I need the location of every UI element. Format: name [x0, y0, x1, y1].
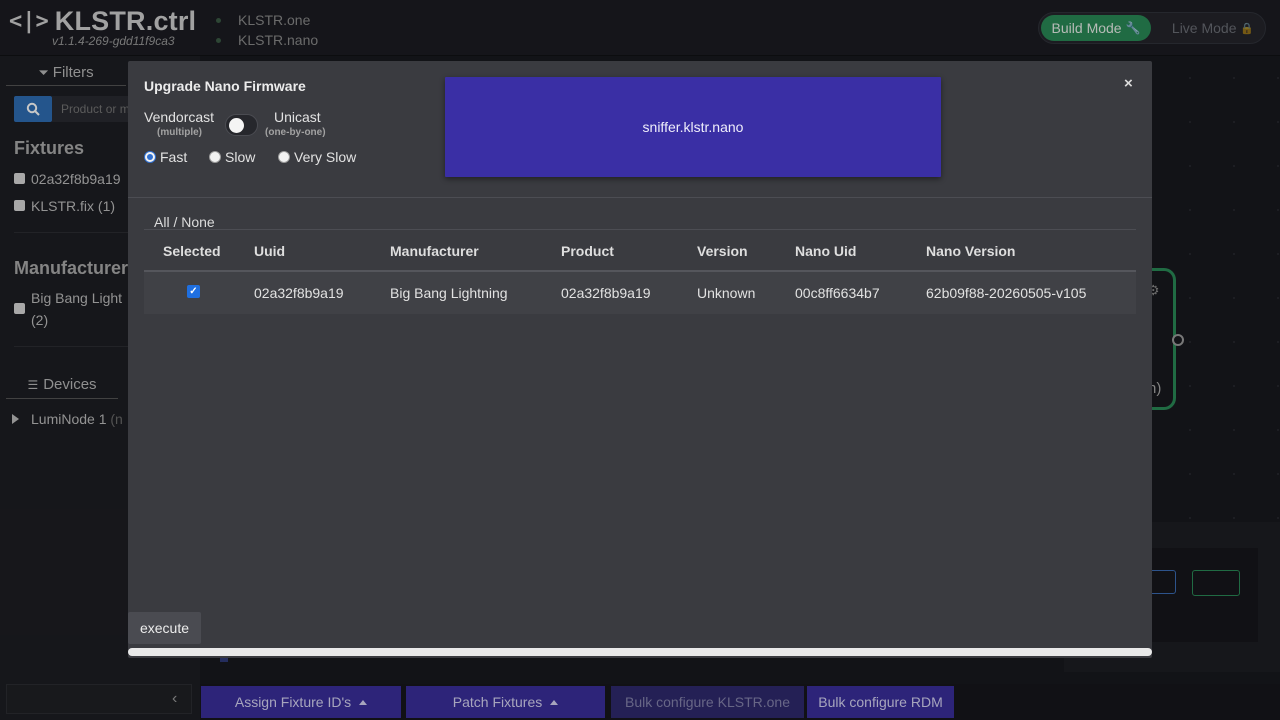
cell-manufacturer: Big Bang Lightning	[390, 285, 508, 301]
progress-bar	[128, 648, 1152, 656]
divider	[128, 197, 1152, 198]
column-header-manufacturer[interactable]: Manufacturer	[390, 243, 479, 259]
execute-button[interactable]: execute	[128, 612, 201, 644]
column-header-selected[interactable]: Selected	[163, 243, 221, 259]
radio-button[interactable]	[144, 151, 156, 163]
nano-device-card[interactable]: sniffer.klstr.nano	[445, 77, 941, 177]
vendorcast-sublabel: (multiple)	[157, 127, 202, 138]
cast-mode-toggle[interactable]	[225, 114, 258, 136]
cell-uuid: 02a32f8b9a19	[254, 285, 344, 301]
radio-button[interactable]	[209, 151, 221, 163]
column-header-version[interactable]: Version	[697, 243, 748, 259]
toggle-knob	[229, 118, 244, 133]
vendorcast-label: Vendorcast	[144, 109, 215, 125]
cell-product: 02a32f8b9a19	[561, 285, 651, 301]
radio-button[interactable]	[278, 151, 290, 163]
unicast-sublabel: (one-by-one)	[265, 127, 326, 138]
column-header-nano-version[interactable]: Nano Version	[926, 243, 1015, 259]
unicast-label: Unicast	[274, 109, 321, 125]
row-select-checkbox[interactable]: ✓	[187, 285, 200, 298]
speed-slow-option[interactable]: Slow	[209, 149, 255, 165]
close-icon[interactable]: ×	[1124, 75, 1133, 92]
speed-very-slow-option[interactable]: Very Slow	[278, 149, 356, 165]
column-header-product[interactable]: Product	[561, 243, 614, 259]
column-header-uuid[interactable]: Uuid	[254, 243, 285, 259]
column-header-nano-uid[interactable]: Nano Uid	[795, 243, 856, 259]
select-all-none-link[interactable]: All / None	[154, 214, 215, 230]
modal-title: Upgrade Nano Firmware	[144, 78, 306, 94]
table-border	[144, 229, 1136, 230]
cell-nano-version: 62b09f88-20260505-v105	[926, 285, 1087, 301]
speed-fast-option[interactable]: Fast	[144, 149, 187, 165]
cell-nano-uid: 00c8ff6634b7	[795, 285, 880, 301]
upgrade-firmware-modal: Upgrade Nano Firmware × Vendorcast (mult…	[128, 61, 1152, 658]
cell-version: Unknown	[697, 285, 756, 301]
